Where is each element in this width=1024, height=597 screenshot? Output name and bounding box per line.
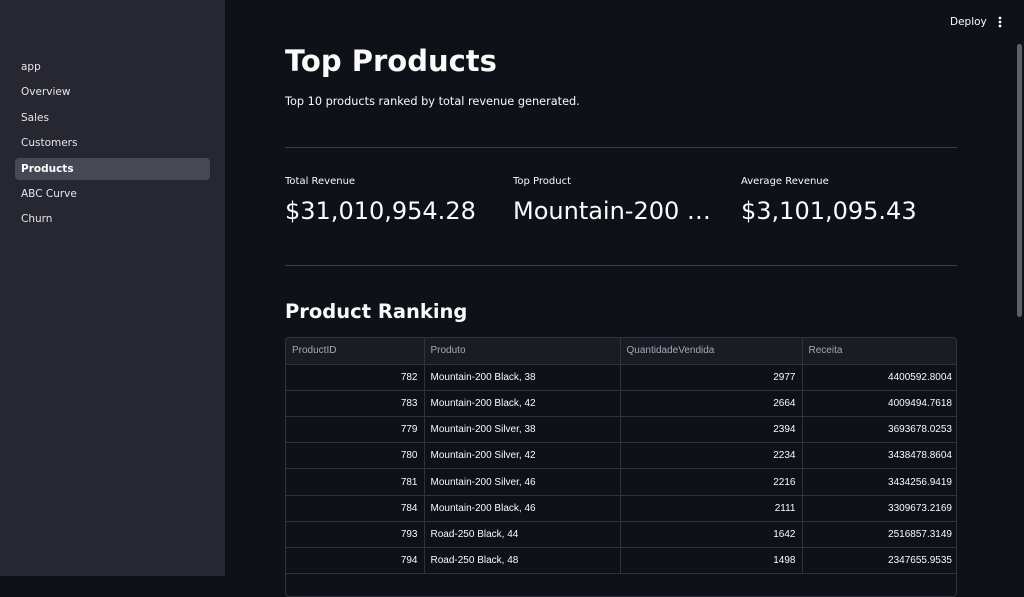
cell-produto[interactable]: Road-250 Black, 44 [424,521,621,549]
column-header-produto[interactable]: Produto [424,338,621,365]
sidebar-item-customers[interactable]: Customers [15,132,210,154]
sidebar-nav: app Overview Sales Customers Products AB… [15,56,210,234]
sidebar-item-overview[interactable]: Overview [15,81,210,103]
table-row[interactable]: 780 Mountain-200 Silver, 42 2234 3438478… [286,442,956,470]
sidebar-item-products[interactable]: Products [15,157,210,180]
kebab-menu-icon[interactable] [994,13,1006,31]
cell-productid[interactable]: 782 [286,364,425,391]
table-row[interactable]: 783 Mountain-200 Black, 42 2664 4009494.… [286,390,956,418]
metric-label: Total Revenue [285,176,356,187]
metric-value: $31,010,954.28 [285,197,476,225]
table-row[interactable]: 779 Mountain-200 Silver, 38 2394 3693678… [286,416,956,444]
page-title: Top Products [285,44,497,78]
cell-quantidade[interactable]: 2216 [620,468,803,496]
cell-produto[interactable]: Mountain-200 Black, 38 [424,364,621,391]
table-row[interactable]: 781 Mountain-200 Silver, 46 2216 3434256… [286,468,956,496]
cell-quantidade[interactable]: 1498 [620,547,803,575]
cell-produto[interactable]: Mountain-200 Silver, 38 [424,416,621,444]
cell-quantidade[interactable]: 2234 [620,442,803,470]
column-header-receita[interactable]: Receita [802,338,956,365]
cell-productid[interactable]: 784 [286,495,425,522]
cell-produto[interactable]: Road-250 Black, 48 [424,547,621,575]
cell-productid[interactable]: 779 [286,416,425,444]
cell-produto[interactable]: Mountain-200 Silver, 42 [424,442,621,470]
cell-quantidade[interactable]: 2394 [620,416,803,444]
column-header-quantidadevendida[interactable]: QuantidadeVendida [620,338,803,365]
cell-receita[interactable]: 2516857.3149 [802,521,956,549]
cell-produto[interactable]: Mountain-200 Black, 42 [424,390,621,418]
cell-receita[interactable]: 4400592.8004 [802,364,956,391]
cell-productid[interactable]: 783 [286,390,425,418]
cell-quantidade[interactable]: 2977 [620,364,803,391]
sidebar: app Overview Sales Customers Products AB… [0,0,225,576]
divider [285,265,957,266]
cell-receita[interactable]: 2347655.9535 [802,547,956,575]
sidebar-item-app[interactable]: app [15,56,210,78]
metric-label: Average Revenue [741,176,829,187]
cell-receita[interactable]: 4009494.7618 [802,390,956,418]
cell-receita[interactable]: 3309673.2169 [802,495,956,522]
cell-produto[interactable]: Mountain-200 Silver, 46 [424,468,621,496]
metric-value: Mountain-200 Black, 38 [513,197,726,225]
divider [285,147,957,148]
cell-productid[interactable]: 794 [286,547,425,575]
section-title: Product Ranking [285,300,468,323]
sidebar-item-abc-curve[interactable]: ABC Curve [15,183,210,205]
column-header-productid[interactable]: ProductID [286,338,425,365]
cell-receita[interactable]: 3434256.9419 [802,468,956,496]
metric-total-revenue: Total Revenue $31,010,954.28 [285,174,500,228]
metric-value: $3,101,095.43 [741,197,917,225]
table-row[interactable]: 793 Road-250 Black, 44 1642 2516857.3149 [286,521,956,549]
page-subtitle: Top 10 products ranked by total revenue … [285,95,580,108]
cell-produto[interactable]: Mountain-200 Black, 46 [424,495,621,522]
cell-quantidade[interactable]: 1642 [620,521,803,549]
product-ranking-table[interactable]: ProductID Produto QuantidadeVendida Rece… [285,337,957,597]
cell-quantidade[interactable]: 2111 [620,495,803,522]
table-row[interactable]: 784 Mountain-200 Black, 46 2111 3309673.… [286,495,956,522]
cell-receita[interactable]: 3693678.0253 [802,416,956,444]
table-row[interactable]: 782 Mountain-200 Black, 38 2977 4400592.… [286,364,956,391]
table-row[interactable]: 794 Road-250 Black, 48 1498 2347655.9535 [286,547,956,575]
cell-productid[interactable]: 780 [286,442,425,470]
table-header-row: ProductID Produto QuantidadeVendida Rece… [286,338,956,365]
cell-productid[interactable]: 781 [286,468,425,496]
metric-top-product: Top Product Mountain-200 Black, 38 [513,174,726,228]
metric-average-revenue: Average Revenue $3,101,095.43 [741,174,956,228]
page-scrollbar[interactable] [1017,44,1022,317]
sidebar-item-churn[interactable]: Churn [15,208,210,230]
cell-receita[interactable]: 3438478.8604 [802,442,956,470]
sidebar-item-sales[interactable]: Sales [15,107,210,129]
cell-quantidade[interactable]: 2664 [620,390,803,418]
cell-productid[interactable]: 793 [286,521,425,549]
metric-label: Top Product [513,176,572,187]
deploy-button[interactable]: Deploy [944,13,993,31]
